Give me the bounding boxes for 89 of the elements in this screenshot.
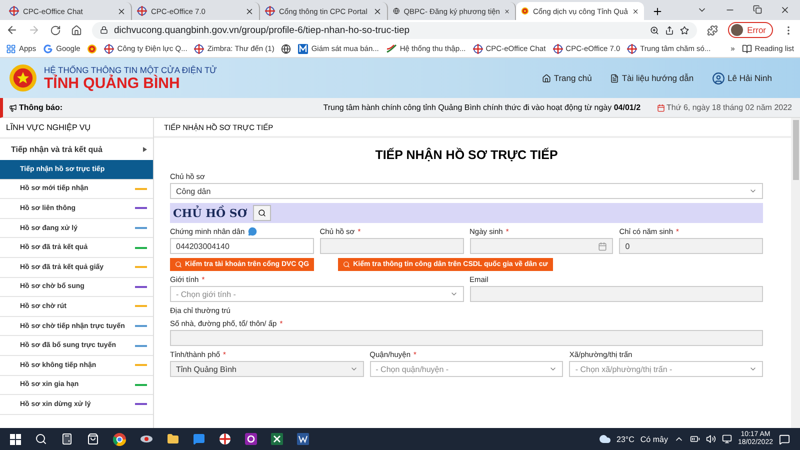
reload-icon[interactable] <box>50 24 61 36</box>
grid-icon <box>6 44 16 54</box>
pdf-app-icon[interactable] <box>245 433 257 445</box>
extensions-icon[interactable] <box>707 24 718 36</box>
spreadsheet-icon[interactable] <box>271 433 283 445</box>
star-cross-icon <box>137 6 147 16</box>
select-field[interactable]: Công dân <box>170 183 763 199</box>
back-icon[interactable] <box>6 24 18 36</box>
search-button[interactable] <box>252 205 271 221</box>
star-cross-icon <box>472 44 483 54</box>
calendar-icon <box>598 242 608 250</box>
swoosh-logo-icon <box>386 44 397 54</box>
page-title: TIẾP NHẬN HỒ SƠ TRỰC TIẾP <box>374 148 559 162</box>
date-text: Thứ 6, ngày 18 tháng 02 năm 2022 <box>656 103 792 112</box>
m-logo-icon <box>298 44 308 54</box>
address-bar[interactable]: dichvucong.quangbinh.gov.vn/group/profile-6/tiep-nhan-ho-so-truc-tiep <box>92 22 698 38</box>
caret-icon <box>749 187 757 195</box>
search-icon <box>343 261 350 268</box>
g-logo-icon <box>43 44 54 54</box>
calendar-icon <box>656 104 665 112</box>
input-field[interactable]: 044203004140 <box>170 238 314 254</box>
user-icon <box>712 72 725 84</box>
section-title: CHỦ HỒ SƠ <box>173 206 247 220</box>
caret-icon <box>350 365 358 373</box>
star-cross-icon <box>104 44 114 54</box>
close-icon[interactable] <box>632 6 639 16</box>
site-subtitle: HỆ THỐNG THÔNG TIN MỘT CỬA ĐIỆN TỬ <box>44 64 217 74</box>
nav-link[interactable]: Tài liệu hướng dẫn <box>610 73 694 83</box>
star-cross-icon <box>627 44 638 54</box>
search-icon[interactable] <box>35 433 47 445</box>
document-icon[interactable] <box>297 433 309 445</box>
share-icon[interactable] <box>665 26 674 34</box>
nav-link[interactable]: Trang chủ <box>542 73 592 83</box>
book-icon <box>742 44 752 54</box>
home-icon[interactable] <box>71 24 82 36</box>
document-icon <box>610 74 619 82</box>
shopping-bag-icon[interactable] <box>87 433 99 445</box>
emblem-icon <box>8 63 38 93</box>
select-field[interactable]: - Chọn giới tính - <box>170 286 464 302</box>
close-icon[interactable] <box>373 6 382 16</box>
temperature: 23°C <box>616 434 634 444</box>
windows-logo-icon[interactable] <box>10 434 21 444</box>
star-cross-icon <box>194 44 204 54</box>
notification-icon[interactable] <box>779 434 790 444</box>
close-icon[interactable] <box>780 5 790 15</box>
select-field[interactable]: - Chọn xã/phường/thị trấn - <box>569 361 763 377</box>
sidebar-title: LĨNH VỰC NGHIỆP VỤ <box>0 118 153 139</box>
megaphone-icon <box>9 104 17 112</box>
select-field[interactable]: - Chọn quận/huyện - <box>370 361 564 377</box>
bookmark[interactable] <box>281 44 292 54</box>
notice-label: Thông báo: <box>9 103 63 112</box>
new-tab-icon[interactable] <box>652 6 663 17</box>
site-title: TỈNH QUẢNG BÌNH <box>44 74 181 92</box>
globe-icon <box>281 44 292 54</box>
caret-icon <box>450 290 458 298</box>
profile-button[interactable]: Error <box>728 22 773 38</box>
browser-icon[interactable] <box>113 432 126 446</box>
star-cross-icon[interactable] <box>219 433 231 445</box>
globe-icon <box>393 6 400 16</box>
chat-icon[interactable] <box>193 433 205 445</box>
search-icon <box>175 261 182 268</box>
home-icon <box>542 74 551 82</box>
star-cross-icon <box>265 6 275 16</box>
speaker-icon[interactable] <box>706 434 716 444</box>
emblem-icon <box>521 6 529 16</box>
caret-icon <box>143 147 147 152</box>
sidebar-group[interactable]: Tiếp nhận và trả kết quả <box>0 139 153 160</box>
lock-icon <box>100 26 108 34</box>
star-icon[interactable] <box>680 26 690 34</box>
close-icon[interactable] <box>117 6 126 16</box>
battery-icon <box>690 434 700 444</box>
close-icon[interactable] <box>245 6 254 16</box>
search-icon <box>258 209 266 217</box>
weather-text: Có mây <box>640 434 668 444</box>
speech-bubble-icon <box>248 227 257 236</box>
avatar-icon <box>731 24 744 36</box>
folder-icon[interactable] <box>167 433 179 445</box>
nav-link[interactable]: Lê Hải Ninh <box>712 72 772 84</box>
star-cross-icon <box>552 44 563 54</box>
cloud-icon <box>598 433 611 445</box>
emblem-icon <box>87 44 98 54</box>
caret-icon <box>749 365 757 373</box>
monitor-icon[interactable] <box>722 434 732 444</box>
star-cross-icon <box>9 6 19 16</box>
notice-text: Trung tâm hành chính công tỉnh Quảng Bình chính thức đi vào hoạt động từ ngày 04/01/2 <box>323 103 641 112</box>
calculator-icon[interactable] <box>61 433 73 445</box>
caret-icon <box>549 365 558 373</box>
zoom-icon[interactable] <box>650 26 660 34</box>
restore-icon[interactable] <box>753 5 762 14</box>
